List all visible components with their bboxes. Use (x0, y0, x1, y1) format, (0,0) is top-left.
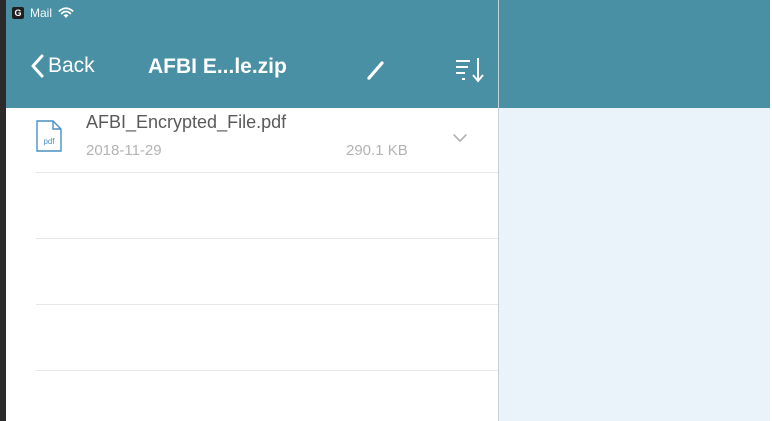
pdf-file-icon: pdf (36, 120, 62, 152)
file-date: 2018-11-29 (86, 142, 162, 159)
app-badge-icon: G (12, 7, 24, 19)
page-title: AFBI E...le.zip (148, 55, 287, 78)
pencil-icon (367, 61, 384, 80)
file-name: AFBI_Encrypted_File.pdf (86, 112, 287, 132)
file-list: pdf AFBI_Encrypted_File.pdf 2018-11-29 2… (6, 108, 498, 421)
row-divider (36, 238, 498, 239)
wifi-icon (58, 7, 74, 19)
chevron-down-icon[interactable] (452, 132, 468, 144)
sort-button[interactable] (452, 54, 486, 84)
row-divider (36, 370, 498, 371)
row-divider (36, 172, 498, 173)
sort-icon (456, 58, 484, 83)
file-type-label: pdf (43, 137, 55, 146)
row-divider (36, 304, 498, 305)
back-button[interactable]: Back (30, 54, 95, 78)
file-row[interactable]: pdf AFBI_Encrypted_File.pdf 2018-11-29 2… (6, 108, 498, 172)
detail-pane (499, 108, 770, 421)
back-label: Back (48, 54, 95, 77)
edit-button[interactable] (362, 56, 390, 84)
nav-bar: Back AFBI E...le.zip (12, 52, 502, 90)
carrier-label: Mail (30, 6, 53, 20)
file-size: 290.1 KB (346, 142, 408, 159)
chevron-left-icon (31, 54, 44, 78)
status-bar: G Mail (12, 4, 74, 22)
